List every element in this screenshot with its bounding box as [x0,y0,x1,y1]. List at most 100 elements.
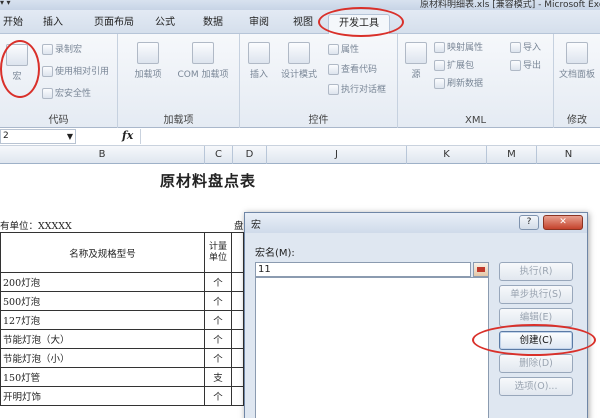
group-xml: 源 映射属性 扩展包 刷新数据 导入 导出 XML [398,34,554,128]
relative-reference-button[interactable]: 使用相对引用 [42,64,109,77]
row-unit-cell[interactable]: 个 [204,386,232,406]
column-header-c[interactable]: C [205,146,233,164]
xml-export-button[interactable]: 导出 [510,58,541,71]
chevron-down-icon[interactable]: ▼ [67,130,73,143]
row-extra-cell[interactable] [231,386,244,406]
group-label-addins: 加载项 [163,115,194,126]
column-header-d[interactable]: D [233,146,267,164]
expansion-packs-button[interactable]: 扩展包 [434,58,474,71]
run-dialog-button[interactable]: 执行对话框 [328,82,386,95]
document-panel-icon [566,42,588,64]
row-extra-cell[interactable] [231,272,244,292]
row-unit-cell[interactable]: 个 [204,329,232,349]
macro-icon [6,44,28,66]
properties-button[interactable]: 属性 [328,42,359,55]
table-row: 127灯泡 个 [0,310,244,330]
step-into-button[interactable]: 单步执行(S) [499,285,573,304]
expansion-pack-icon [434,60,445,71]
help-icon[interactable]: ? [519,215,539,230]
row-name-cell[interactable]: 节能灯泡（大） [0,329,205,349]
group-label-controls: 控件 [308,115,329,126]
record-macro-button[interactable]: 录制宏 [42,42,82,55]
macros-button[interactable]: 宏 [4,44,30,82]
group-label-xml: XML [464,115,487,126]
export-icon [510,60,521,71]
column-header-k[interactable]: K [407,146,487,164]
com-addins-icon [192,42,214,64]
formula-input[interactable] [140,129,600,144]
document-panel-button[interactable]: 文档面板 [556,42,598,80]
header-extra-cell[interactable] [231,232,244,273]
tab-page-layout[interactable]: 页面布局 [84,14,144,34]
macro-list[interactable] [255,277,489,418]
design-mode-button[interactable]: 设计模式 [276,42,322,80]
tab-view[interactable]: 视图 [286,14,320,34]
header-unit-cell[interactable]: 计量单位 [204,232,232,273]
design-ruler-icon [288,42,310,64]
addins-button[interactable]: 加载项 [128,42,168,80]
refresh-data-button[interactable]: 刷新数据 [434,76,483,89]
run-button[interactable]: 执行(R) [499,262,573,281]
row-extra-cell[interactable] [231,291,244,311]
insert-control-button[interactable]: 插入 [244,42,274,80]
row-name-cell[interactable]: 开明灯饰 [0,386,205,406]
create-button[interactable]: 创建(C) [499,331,573,350]
group-label-modify: 修改 [567,115,587,126]
properties-icon [328,44,339,55]
tab-data[interactable]: 数据 [196,14,230,34]
row-name-cell[interactable]: 127灯泡 [0,310,205,330]
header-name-cell[interactable]: 名称及规格型号 [0,232,205,273]
row-unit-cell[interactable]: 个 [204,291,232,311]
row-name-cell[interactable]: 500灯泡 [0,291,205,311]
macro-name-input[interactable]: 11 [255,262,471,277]
row-name-cell[interactable]: 150灯管 [0,367,205,387]
tab-review[interactable]: 审阅 [242,14,276,34]
column-header-m[interactable]: M [487,146,537,164]
table-header-row: 名称及规格型号 计量单位 [0,232,244,273]
xml-source-button[interactable]: 源 [404,42,428,80]
com-addins-button[interactable]: COM 加载项 [170,42,236,80]
xml-import-button[interactable]: 导入 [510,40,541,53]
row-name-cell[interactable]: 200灯泡 [0,272,205,292]
macro-dialog: 宏 ? ✕ 宏名(M): 11 执行(R) 单步执行(S) 编辑(E) 创建(C… [244,212,588,418]
table-row: 节能灯泡（小） 个 [0,348,244,368]
options-button[interactable]: 选项(O)... [499,377,573,396]
map-properties-button[interactable]: 映射属性 [434,40,483,53]
ribbon-tabs: 开始 插入 页面布局 公式 数据 审阅 视图 开发工具 [0,10,600,34]
row-unit-cell[interactable]: 个 [204,272,232,292]
inventory-table: 名称及规格型号 计量单位 200灯泡 个 500灯泡 个 127灯泡 个 节能灯… [0,232,244,406]
dialog-title-bar[interactable]: 宏 ? ✕ [245,213,587,233]
row-extra-cell[interactable] [231,367,244,387]
column-header-b[interactable]: B [0,146,205,164]
close-icon[interactable]: ✕ [543,215,583,230]
record-icon [42,44,53,55]
row-unit-cell[interactable]: 支 [204,367,232,387]
column-header-j[interactable]: J [267,146,407,164]
macro-name-label: 宏名(M): [255,248,295,259]
name-box[interactable]: 2 ▼ [0,129,76,144]
row-extra-cell[interactable] [231,329,244,349]
tab-insert[interactable]: 插入 [36,14,70,34]
row-unit-cell[interactable]: 个 [204,348,232,368]
tab-formulas[interactable]: 公式 [148,14,182,34]
map-properties-icon [434,42,445,53]
macro-security-button[interactable]: 宏安全性 [42,86,91,99]
macro-picker-icon[interactable] [473,262,489,277]
row-name-cell[interactable]: 节能灯泡（小） [0,348,205,368]
row-unit-cell[interactable]: 个 [204,310,232,330]
tab-developer[interactable]: 开发工具 [328,14,390,34]
row-extra-cell[interactable] [231,310,244,330]
column-header-n[interactable]: N [537,146,600,164]
run-dialog-icon [328,84,339,95]
group-modify: 文档面板 修改 [554,34,600,128]
tab-home[interactable]: 开始 [0,14,26,34]
table-row: 节能灯泡（大） 个 [0,329,244,349]
warning-icon [42,88,53,99]
delete-button[interactable]: 删除(D) [499,354,573,373]
fx-icon[interactable]: fx [122,129,133,142]
gear-icon [137,42,159,64]
quick-access-toolbar[interactable]: ▾ ▾ [0,0,11,7]
row-extra-cell[interactable] [231,348,244,368]
edit-button[interactable]: 编辑(E) [499,308,573,327]
view-code-button[interactable]: 查看代码 [328,62,377,75]
